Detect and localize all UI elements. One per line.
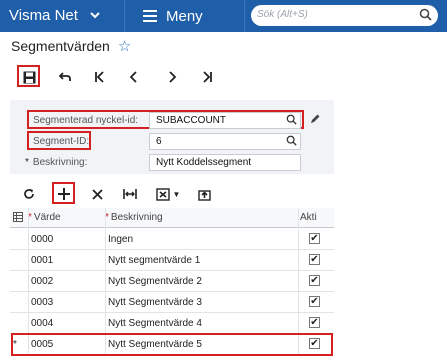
table-row[interactable]: 0003 Nytt Segmentvärde 3 ✔ [10,292,334,313]
last-record-button[interactable] [196,66,218,88]
value-cell[interactable]: 0003 [31,297,53,308]
chevron-down-icon [90,10,100,22]
undo-button[interactable] [54,66,76,88]
save-icon [23,71,35,83]
favorite-star-icon[interactable]: ☆ [118,37,131,55]
menu-button[interactable]: Meny [143,7,203,25]
table-row[interactable]: 0004 Nytt Segmentvärde 4 ✔ [10,313,334,334]
column-header-description[interactable]: * Beskrivning [105,212,163,223]
search-icon[interactable] [419,8,432,24]
top-bar: Visma Net Meny Sök (Alt+S) [0,0,447,32]
hamburger-icon [143,7,157,25]
fit-width-icon [123,189,137,199]
active-checkbox[interactable]: ✔ [309,275,320,286]
highlight-box [11,333,333,356]
value-cell[interactable]: 0004 [31,318,53,329]
app-name: Visma Net [9,7,78,24]
grid-settings-icon[interactable] [13,212,23,225]
plus-icon [57,188,70,200]
description-label: * Beskrivning: [25,157,88,168]
description-field[interactable]: Nytt Koddelssegment [149,154,301,171]
next-record-button[interactable] [161,66,183,88]
active-checkbox[interactable]: ✔ [309,254,320,265]
chevron-down-icon: ▼ [172,189,181,199]
save-button[interactable] [18,66,40,88]
description-cell[interactable]: Nytt Segmentvärde 2 [108,276,202,287]
value-cell[interactable]: 0000 [31,234,53,245]
segment-id-field[interactable]: 6 [149,133,301,150]
column-header-value[interactable]: * Värde [28,212,61,223]
delete-row-button[interactable] [88,185,106,203]
excel-icon [155,187,170,201]
segment-id-value: 6 [156,136,162,147]
company-switcher[interactable]: Visma Net [9,7,100,24]
chevron-right-icon [169,71,177,83]
segmented-key-label: Segmenterad nyckel-id: [33,115,139,126]
divider [244,0,245,32]
add-row-button[interactable] [54,185,73,203]
edit-pencil-icon[interactable] [309,113,321,128]
export-excel-button[interactable]: ▼ [155,185,181,203]
search-input[interactable]: Sök (Alt+S) [251,5,438,26]
fit-columns-button[interactable] [121,185,139,203]
value-cell[interactable]: 0001 [31,255,53,266]
search-icon[interactable] [286,114,297,130]
divider [124,0,125,32]
last-icon [203,71,212,83]
segmented-key-field[interactable]: SUBACCOUNT [149,112,301,129]
segmented-key-value: SUBACCOUNT [156,115,227,126]
table-row[interactable]: 0000 Ingen ✔ [10,229,334,250]
segment-id-label: Segment-ID: [33,136,90,147]
previous-record-button[interactable] [123,66,145,88]
search-icon[interactable] [286,135,297,151]
search-placeholder: Sök (Alt+S) [257,9,308,20]
description-cell[interactable]: Nytt segmentvärde 1 [108,255,200,266]
first-record-button[interactable] [89,66,111,88]
table-row[interactable]: 0001 Nytt segmentvärde 1 ✔ [10,250,334,271]
undo-icon [58,72,71,81]
menu-label: Meny [166,7,203,25]
close-icon [91,188,103,200]
page-title-text: Segmentvärden [11,38,110,54]
value-cell[interactable]: 0002 [31,276,53,287]
description-cell[interactable]: Nytt Segmentvärde 4 [108,318,202,329]
description-cell[interactable]: Ingen [108,234,133,245]
active-checkbox[interactable]: ✔ [309,296,320,307]
page-title: Segmentvärden ☆ [11,37,131,55]
chevron-left-icon [129,71,137,83]
active-checkbox[interactable]: ✔ [309,317,320,328]
active-checkbox[interactable]: ✔ [309,233,320,244]
first-icon [95,71,104,83]
table-row[interactable]: 0002 Nytt Segmentvärde 2 ✔ [10,271,334,292]
column-header-active[interactable]: Akti [300,212,317,223]
refresh-button[interactable] [20,185,38,203]
upload-icon [197,189,211,201]
upload-button[interactable] [195,185,213,203]
refresh-icon [24,189,34,199]
grid-header: * Värde * Beskrivning Akti [10,208,334,228]
description-value: Nytt Koddelssegment [156,157,252,168]
description-cell[interactable]: Nytt Segmentvärde 3 [108,297,202,308]
